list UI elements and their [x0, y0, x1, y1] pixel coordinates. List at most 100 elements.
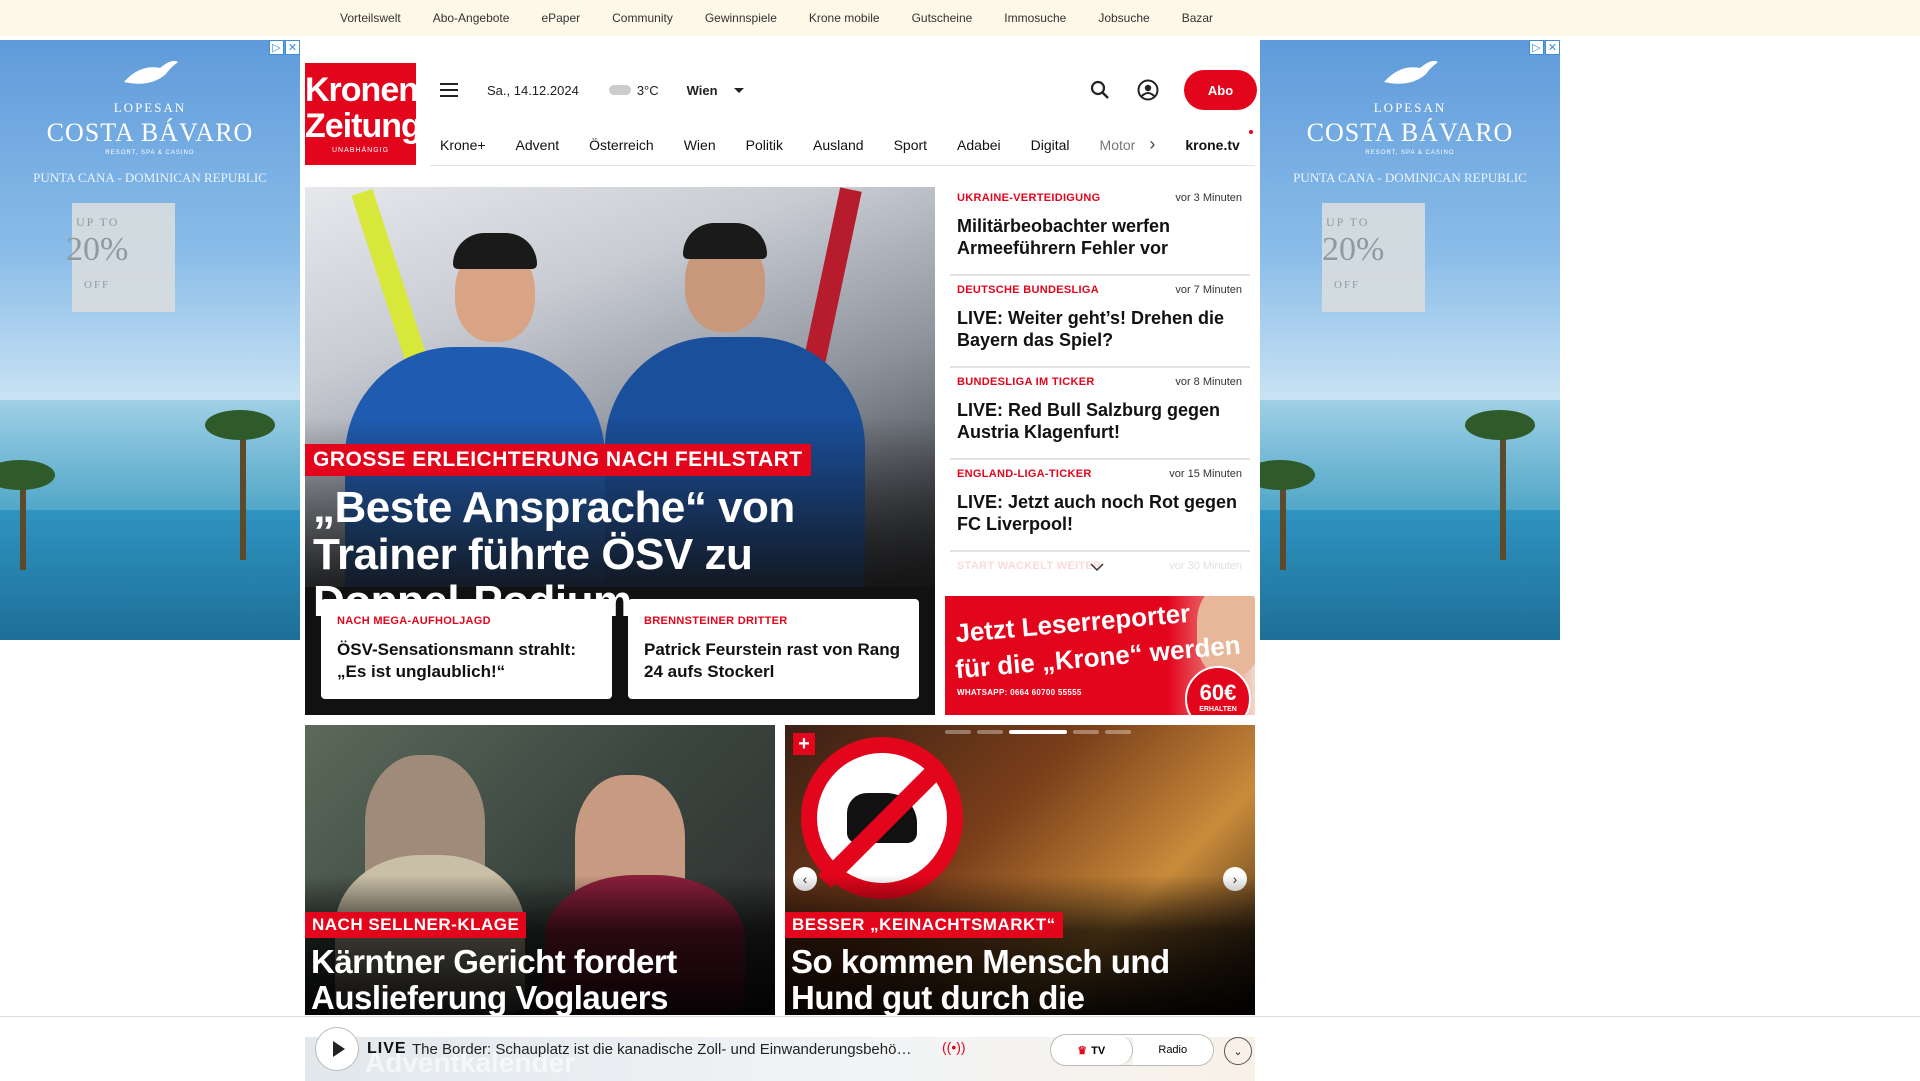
skier-hat-image: [683, 223, 767, 259]
ad-brand: COSTA BÁVARO: [1306, 118, 1514, 147]
skier-hat-image: [453, 233, 537, 269]
crown-icon: ♛: [1077, 1044, 1088, 1057]
utility-link-jobsuche[interactable]: Jobsuche: [1098, 11, 1149, 25]
news-item[interactable]: UKRAINE-VERTEIDIGUNG vor 3 Minuten Militä…: [950, 184, 1250, 276]
menu-icon[interactable]: [440, 83, 460, 97]
carousel-dots[interactable]: [945, 730, 1137, 734]
news-time: vor 30 Minuten: [1169, 560, 1242, 572]
ad-info-icon[interactable]: ▷: [269, 40, 284, 55]
hero-article[interactable]: GROSSE ERLEICHTERUNG NACH FEHLSTART „Bes…: [305, 187, 935, 715]
search-icon[interactable]: [1088, 78, 1112, 102]
card-kicker: BESSER „KEINACHTSMARKT“: [785, 912, 1063, 938]
ad-promo-off: OFF: [1334, 279, 1361, 291]
utility-bar: Vorteilswelt Abo-Angebote ePaper Communi…: [0, 0, 1920, 36]
palm-trunk: [1500, 420, 1506, 560]
nav-item-krone-plus[interactable]: Krone+: [440, 137, 486, 153]
leserreporter-banner[interactable]: Jetzt Leserreporter für die „Krone“ werd…: [945, 596, 1255, 715]
utility-link-immosuche[interactable]: Immosuche: [1004, 11, 1066, 25]
account-icon[interactable]: [1136, 78, 1160, 102]
news-category: DEUTSCHE BUNDESLIGA: [957, 284, 1099, 296]
ad-pool: [0, 510, 300, 640]
news-time: vor 3 Minuten: [1175, 192, 1242, 204]
ad-promo-pct: 20%: [1322, 231, 1385, 268]
header-bar: Sa., 14.12.2024 3°C Wien: [440, 70, 744, 110]
article-card[interactable]: + ‹ › BESSER „KEINACHTSMARKT“ So kommen …: [785, 725, 1255, 1015]
live-dot-icon: [1249, 130, 1253, 134]
utility-link-krone-mobile[interactable]: Krone mobile: [809, 11, 880, 25]
logo-tagline: UNABHÄNGIG: [331, 147, 390, 154]
utility-link-gewinnspiele[interactable]: Gewinnspiele: [705, 11, 777, 25]
ad-choices[interactable]: ▷ ✕: [1528, 40, 1560, 55]
site-logo[interactable]: Kronen Zeitung UNABHÄNGIG: [305, 63, 422, 165]
nav-item-ausland[interactable]: Ausland: [813, 137, 864, 153]
utility-link-community[interactable]: Community: [612, 11, 673, 25]
news-category: START WACKELT WEITER: [957, 560, 1102, 572]
logo-line-2: Zeitung: [305, 107, 422, 145]
nav-item-motor[interactable]: Motor: [1100, 137, 1136, 153]
ad-promo-pct: 20%: [66, 231, 129, 268]
nav-item-adabei[interactable]: Adabei: [957, 137, 1001, 153]
ad-brand-sub: RESORT, SPA & CASINO: [105, 150, 195, 156]
news-item[interactable]: DEUTSCHE BUNDESLIGA vor 7 Minuten LIVE: W…: [950, 276, 1250, 368]
article-card[interactable]: NACH SELLNER-KLAGE Kärntner Gericht ford…: [305, 725, 775, 1015]
nav-item-wien[interactable]: Wien: [684, 137, 716, 153]
ad-info-icon[interactable]: ▷: [1529, 40, 1544, 55]
news-time: vor 15 Minuten: [1169, 468, 1242, 480]
ad-close-icon[interactable]: ✕: [285, 40, 300, 55]
cloud-icon: [608, 85, 631, 95]
utility-link-bazar[interactable]: Bazar: [1182, 11, 1213, 25]
utility-link-vorteilswelt[interactable]: Vorteilswelt: [340, 11, 401, 25]
ad-close-icon[interactable]: ✕: [1545, 40, 1560, 55]
palm-trunk: [240, 420, 246, 560]
news-item[interactable]: BUNDESLIGA IM TICKER vor 8 Minuten LIVE: …: [950, 368, 1250, 460]
abo-button[interactable]: Abo: [1184, 70, 1257, 110]
radio-toggle-button[interactable]: Radio: [1132, 1035, 1213, 1065]
header-actions: Abo: [1088, 70, 1257, 110]
utility-link-gutscheine[interactable]: Gutscheine: [912, 11, 973, 25]
current-date: Sa., 14.12.2024: [487, 82, 579, 98]
bird-logo-icon: [124, 60, 178, 84]
ad-choices[interactable]: ▷ ✕: [268, 40, 300, 55]
hero-kicker: GROSSE ERLEICHTERUNG NACH FEHLSTART: [305, 444, 811, 476]
news-time: vor 8 Minuten: [1175, 376, 1242, 388]
ad-brand: COSTA BÁVARO: [46, 118, 254, 147]
nav-item-oesterreich[interactable]: Österreich: [589, 137, 654, 153]
nav-item-politik[interactable]: Politik: [746, 137, 783, 153]
chevron-down-icon[interactable]: [1090, 560, 1104, 574]
chevron-down-icon[interactable]: ⌄: [1224, 1037, 1252, 1065]
card-title: Kärntner Gericht fordert Auslieferung Vo…: [311, 943, 677, 1016]
chevron-right-icon[interactable]: ›: [1149, 134, 1155, 155]
news-headline: Militärbeobachter werfen Armeeführern Fe…: [957, 216, 1171, 258]
ad-promo-box: UP TO 20% OFF: [1322, 203, 1425, 312]
krone-plus-icon: +: [793, 733, 815, 755]
city-selector[interactable]: Wien: [687, 83, 744, 98]
news-headline: LIVE: Weiter geht’s! Drehen die Bayern d…: [957, 308, 1225, 350]
ad-promo-upto: UP TO: [1326, 215, 1370, 229]
related-title: Patrick Feurstein rast von Rang 24 aufs …: [644, 640, 901, 681]
card-title: So kommen Mensch und Hund gut durch die …: [791, 943, 1170, 1016]
palm-frond: [1465, 410, 1535, 440]
related-article-card[interactable]: NACH MEGA-AUFHOLJAGD ÖSV-Sensationsmann …: [321, 599, 612, 699]
news-item[interactable]: ENGLAND-LIGA-TICKER vor 15 Minuten LIVE: …: [950, 460, 1250, 552]
ad-brand-top: LOPESAN: [113, 100, 187, 115]
weather-widget[interactable]: 3°C: [608, 83, 659, 98]
ad-banner-left[interactable]: LOPESAN COSTA BÁVARO RESORT, SPA & CASIN…: [0, 40, 300, 640]
nav-item-sport[interactable]: Sport: [894, 137, 927, 153]
tv-toggle-button[interactable]: ♛ TV: [1051, 1035, 1133, 1065]
ad-promo-box: UP TO 20% OFF: [66, 203, 175, 312]
news-category: ENGLAND-LIGA-TICKER: [957, 468, 1092, 480]
play-button[interactable]: [315, 1027, 359, 1071]
nav-item-advent[interactable]: Advent: [516, 137, 560, 153]
news-headline: LIVE: Red Bull Salzburg gegen Austria Kl…: [957, 400, 1221, 442]
whatsapp-number: WHATSAPP: 0664 60700 55555: [957, 688, 1082, 697]
play-icon: [332, 1041, 345, 1057]
utility-link-abo-angebote[interactable]: Abo-Angebote: [433, 11, 510, 25]
nav-item-digital[interactable]: Digital: [1031, 137, 1070, 153]
ad-brand-top: LOPESAN: [1373, 100, 1447, 115]
nav-item-krone-tv[interactable]: krone.tv: [1185, 137, 1239, 153]
utility-link-epaper[interactable]: ePaper: [541, 11, 580, 25]
ad-banner-right[interactable]: LOPESAN COSTA BÁVARO RESORT, SPA & CASIN…: [1260, 40, 1560, 640]
live-program-title[interactable]: The Border: Schauplatz ist die kanadisch…: [412, 1041, 934, 1058]
related-article-card[interactable]: BRENNSTEINER DRITTER Patrick Feurstein r…: [628, 599, 919, 699]
media-toggle[interactable]: ♛ TV Radio: [1050, 1034, 1214, 1066]
